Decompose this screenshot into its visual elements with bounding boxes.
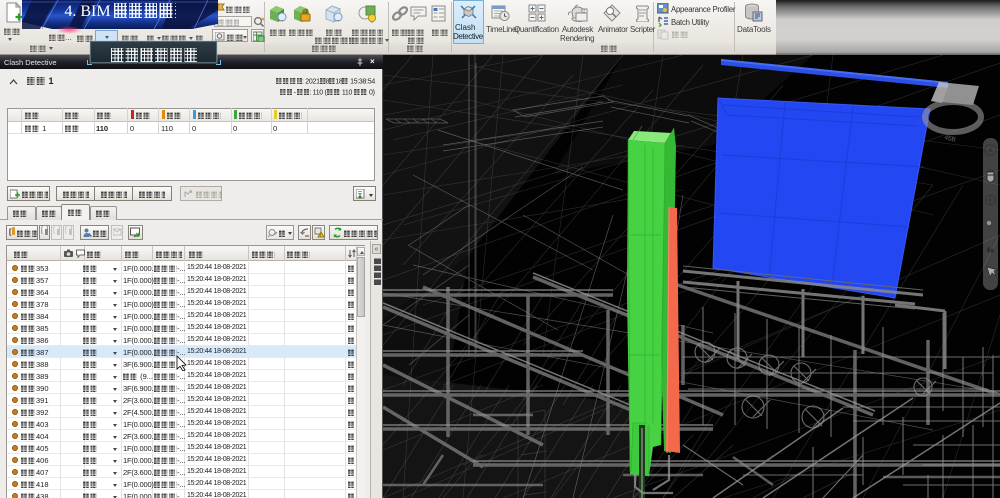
svg-text:!: ! (320, 233, 321, 238)
svg-text:45B: 45B (944, 134, 957, 144)
